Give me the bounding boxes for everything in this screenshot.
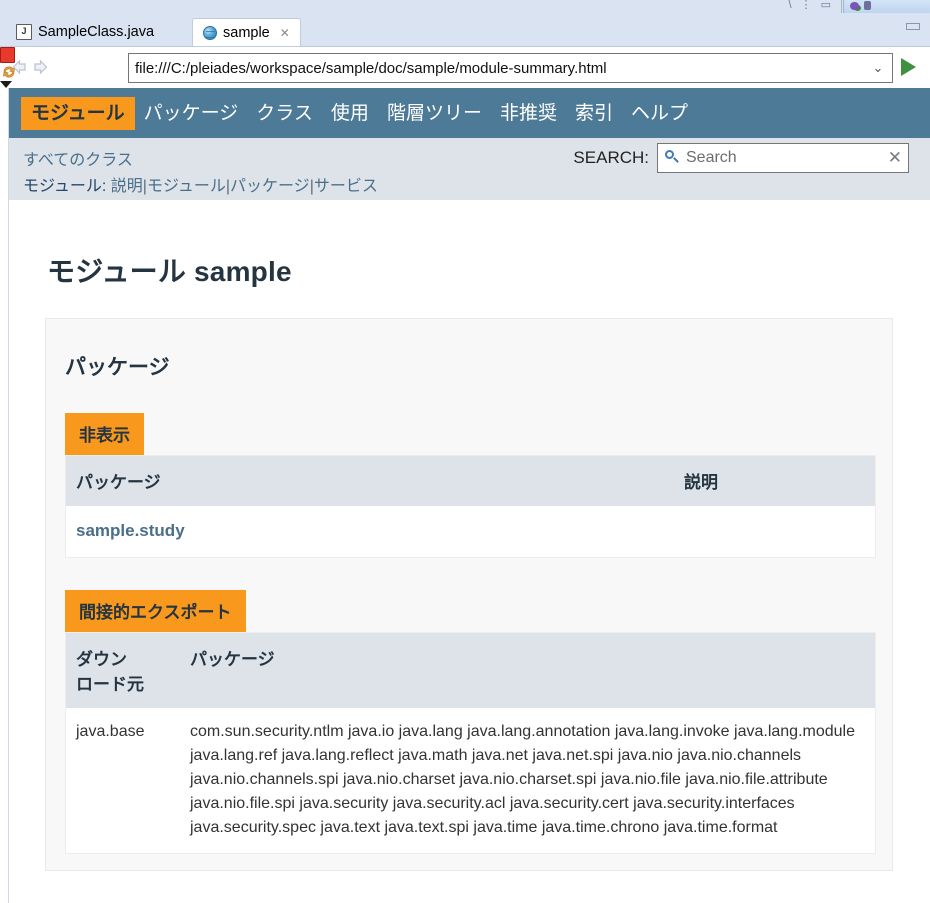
breadcrumb-link-packages[interactable]: パッケージ: [230, 178, 310, 195]
address-bar[interactable]: file:///C:/pleiades/workspace/sample/doc…: [128, 53, 893, 83]
perspective-java-icon: [850, 2, 859, 10]
column-header-description: 説明: [674, 455, 876, 506]
packages-section: パッケージ 非表示 パッケージ 説明 sample.study 間接的エクスポー…: [45, 318, 893, 871]
url-input[interactable]: file:///C:/pleiades/workspace/sample/doc…: [129, 60, 864, 77]
nav-item-help[interactable]: ヘルプ: [622, 104, 697, 123]
column-header-packages: パッケージ: [180, 632, 876, 708]
section-heading-packages: パッケージ: [65, 356, 170, 379]
editor-tab-label: sample: [223, 24, 270, 41]
editor-tab-label: SampleClass.java: [38, 24, 155, 40]
chevron-down-icon[interactable]: [0, 81, 12, 88]
breadcrumb-link-modules[interactable]: モジュール: [147, 178, 226, 195]
minimize-button[interactable]: [906, 23, 920, 30]
forward-arrow-icon[interactable]: [32, 58, 50, 76]
search-area: SEARCH: Search ✕: [573, 143, 909, 173]
perspective-debug-icon: [864, 1, 871, 10]
editor-tab-strip: J SampleClass.java sample ✕: [0, 13, 930, 46]
package-link-sample-study[interactable]: sample.study: [76, 521, 185, 540]
javadoc-top-navigation: モジュール パッケージ クラス 使用 階層ツリー 非推奨 索引 ヘルプ: [9, 88, 930, 138]
nav-item-tree[interactable]: 階層ツリー: [378, 104, 491, 123]
java-file-icon: J: [16, 24, 32, 40]
search-input[interactable]: Search ✕: [657, 143, 909, 173]
javadoc-sub-navigation: すべてのクラス SEARCH: Search ✕ モジュール: 説明|モジュール…: [9, 138, 930, 200]
hidden-packages-table: パッケージ 説明 sample.study: [65, 455, 876, 558]
globe-icon: [203, 25, 217, 40]
nav-item-modules[interactable]: モジュール: [21, 96, 135, 130]
search-placeholder-text: Search: [686, 149, 737, 166]
breadcrumb-prefix: モジュール:: [23, 178, 107, 195]
breadcrumb: モジュール: 説明|モジュール|パッケージ|サービス: [23, 172, 378, 196]
url-dropdown-icon[interactable]: ⌄: [864, 60, 892, 76]
go-play-icon[interactable]: [901, 58, 916, 76]
editor-tab-sample[interactable]: sample ✕: [192, 18, 301, 46]
cell-package-name: sample.study: [65, 506, 674, 558]
cell-exported-packages: com.sun.security.ntlm java.io java.lang …: [180, 708, 876, 854]
cell-from-module: java.base: [65, 708, 180, 854]
javadoc-page: モジュール パッケージ クラス 使用 階層ツリー 非推奨 索引 ヘルプ すべての…: [8, 88, 930, 903]
table-row: java.base com.sun.security.ntlm java.io …: [65, 708, 876, 854]
close-icon[interactable]: ✕: [280, 27, 290, 39]
editor-tab-sampleclass[interactable]: J SampleClass.java: [6, 18, 165, 46]
browser-viewport: モジュール パッケージ クラス 使用 階層ツリー 非推奨 索引 ヘルプ すべての…: [0, 88, 930, 903]
breadcrumb-link-services[interactable]: サービス: [314, 178, 378, 195]
all-classes-link[interactable]: すべてのクラス: [23, 146, 133, 170]
nav-item-deprecated[interactable]: 非推奨: [491, 104, 566, 123]
table-row: sample.study: [65, 506, 876, 558]
cell-package-description: [674, 506, 876, 558]
table-header-row: パッケージ 説明: [65, 455, 876, 506]
eclipse-toolbar-icons[interactable]: \ ⋮ ▭: [788, 0, 834, 11]
breadcrumb-link-description[interactable]: 説明: [111, 178, 143, 195]
nav-item-packages[interactable]: パッケージ: [135, 104, 248, 123]
nav-item-index[interactable]: 索引: [566, 104, 622, 123]
search-label: SEARCH:: [573, 148, 649, 167]
table-tab-hidden[interactable]: 非表示: [65, 413, 144, 455]
column-header-package: パッケージ: [65, 455, 674, 506]
table-tab-indirect-exports[interactable]: 間接的エクスポート: [65, 590, 246, 632]
nav-item-classes[interactable]: クラス: [247, 104, 322, 123]
nav-item-use[interactable]: 使用: [322, 104, 378, 123]
toolbar-separator: [841, 0, 842, 13]
column-header-from: ダウン ロード元: [65, 632, 180, 708]
table-header-row: ダウン ロード元 パッケージ: [65, 632, 876, 708]
clear-search-icon[interactable]: ✕: [888, 148, 902, 168]
back-arrow-icon[interactable]: [10, 58, 28, 76]
javadoc-nav-list: モジュール パッケージ クラス 使用 階層ツリー 非推奨 索引 ヘルプ: [9, 88, 930, 138]
eclipse-top-toolbar-strip: \ ⋮ ▭: [0, 0, 930, 14]
browser-toolbar: file:///C:/pleiades/workspace/sample/doc…: [0, 46, 930, 88]
perspective-switcher[interactable]: [843, 0, 930, 13]
indirect-exports-table: ダウン ロード元 パッケージ java.base com.sun.securit…: [65, 632, 876, 854]
search-icon: [664, 150, 680, 166]
page-title: モジュール sample: [47, 256, 292, 287]
